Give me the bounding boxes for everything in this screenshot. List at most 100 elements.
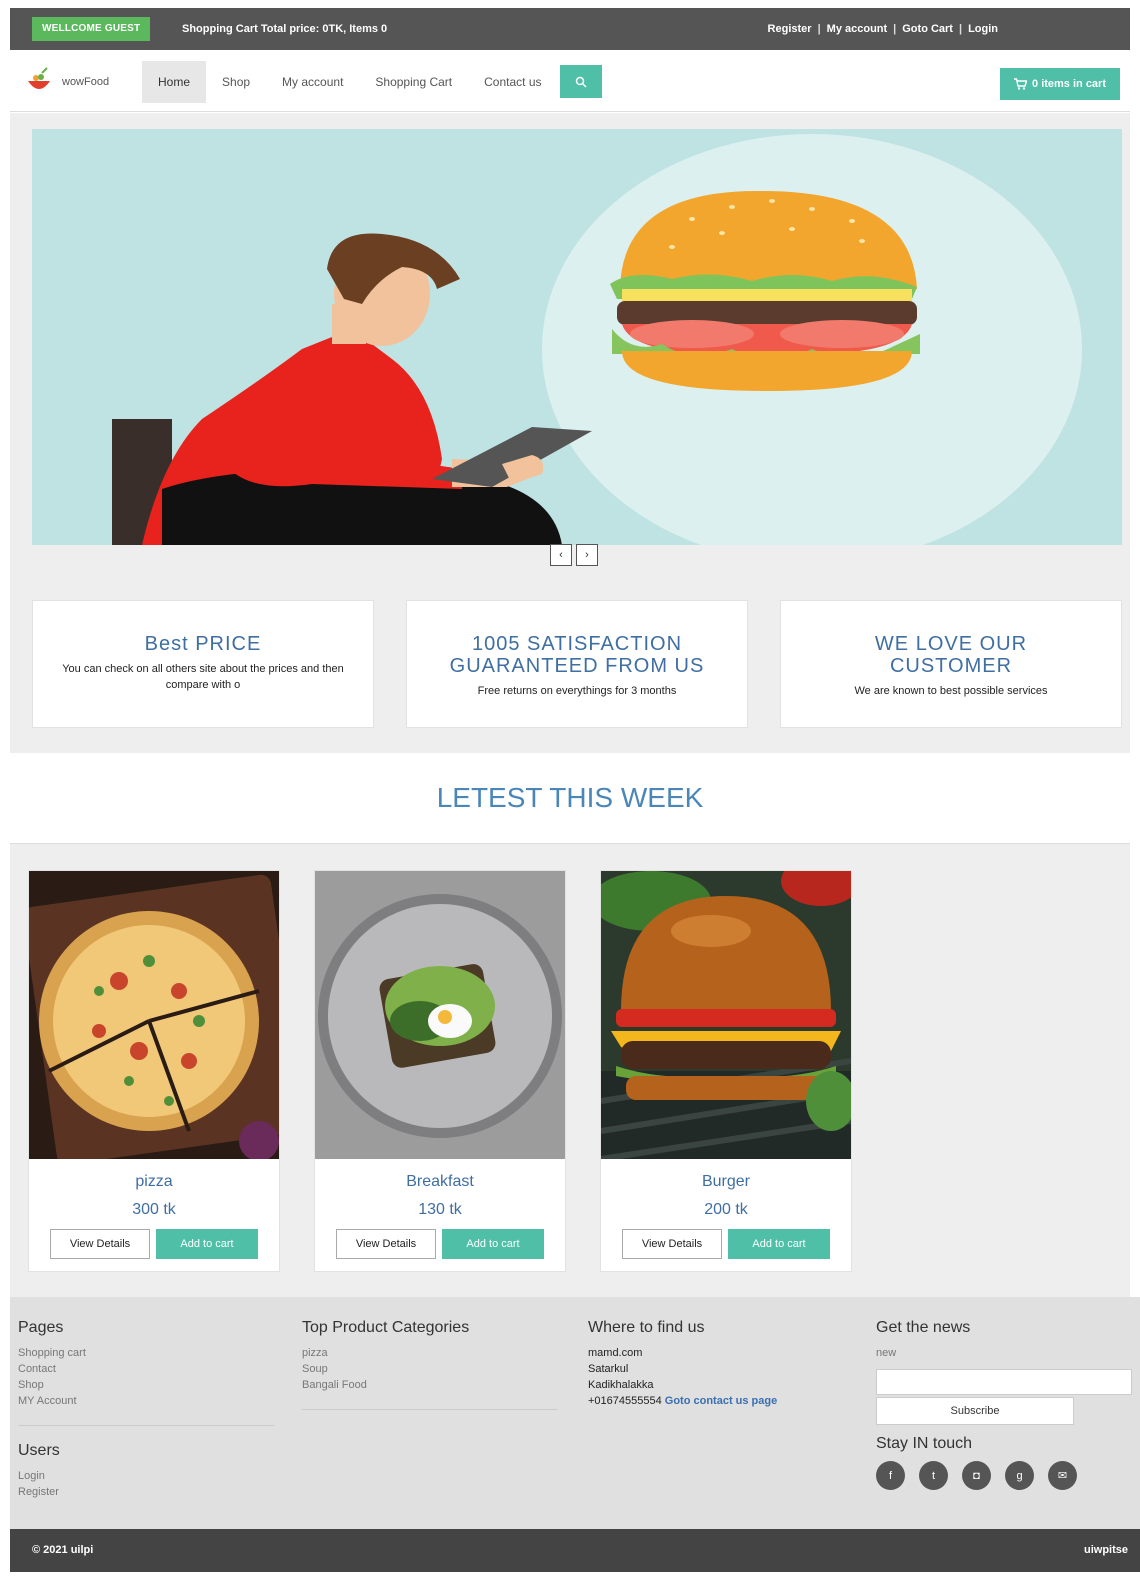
product-name[interactable]: Burger — [601, 1173, 851, 1191]
instagram-icon[interactable]: ◘ — [962, 1461, 991, 1490]
register-link[interactable]: Register — [768, 8, 812, 50]
add-to-cart-button[interactable]: Add to cart — [728, 1229, 830, 1259]
feature-title: 1005 SATISFACTION GUARANTEED FROM US — [449, 633, 705, 677]
search-button[interactable] — [559, 65, 602, 98]
footer-link-shop[interactable]: Shop — [18, 1377, 274, 1393]
feature-best-price: Best PRICE You can check on all others s… — [32, 600, 374, 728]
breakfast-photo — [315, 871, 565, 1159]
product-price: 200 tk — [704, 1201, 748, 1218]
product-actions: View Details Add to cart — [29, 1229, 279, 1259]
breakfast-image[interactable] — [315, 871, 565, 1159]
nav-contact-us[interactable]: Contact us — [468, 61, 557, 103]
cart-button[interactable]: 0 items in cart — [1000, 68, 1120, 100]
divider — [302, 1409, 558, 1410]
man-dreaming-burger-illustration — [32, 129, 1122, 545]
footer-where-column: Where to find us mamd.com Satarkul Kadik… — [588, 1319, 858, 1409]
cart-summary-text: Shopping Cart Total price: 0TK, Items 0 — [182, 23, 388, 35]
footer-link-contact[interactable]: Contact — [18, 1361, 274, 1377]
copyright-text: © 2021 uilpi — [32, 1544, 94, 1556]
product-actions: View Details Add to cart — [315, 1229, 565, 1259]
footer-link-soup[interactable]: Soup — [302, 1361, 558, 1377]
my-account-link[interactable]: My account — [827, 8, 888, 50]
feature-title: WE LOVE OUR CUSTOMER — [874, 633, 1028, 677]
add-to-cart-button[interactable]: Add to cart — [442, 1229, 544, 1259]
twitter-icon[interactable]: t — [919, 1461, 948, 1490]
footer-heading: Where to find us — [588, 1319, 705, 1336]
products-section: pizza 300 tk View Details Add to cart Br… — [10, 843, 1130, 1297]
view-details-button[interactable]: View Details — [622, 1229, 722, 1259]
feature-text: We are known to best possible services — [854, 685, 1048, 697]
feature-text: You can check on all others site about t… — [62, 663, 344, 691]
view-details-button[interactable]: View Details — [336, 1229, 436, 1259]
nav-shopping-cart[interactable]: Shopping Cart — [359, 61, 468, 103]
brand-text: uiwpitse — [1083, 1544, 1128, 1556]
hero-section: ‹ › Best PRICE You can check on all othe… — [10, 113, 1130, 753]
cart-count-label: 0 items in cart — [1032, 78, 1106, 90]
feature-text: Free returns on everythings for 3 months — [477, 685, 677, 697]
nav-menu: Home Shop My account Shopping Cart Conta… — [142, 61, 602, 103]
email-icon[interactable]: ✉ — [1048, 1461, 1077, 1490]
slider-controls: ‹ › — [550, 544, 598, 566]
footer-link-login[interactable]: Login — [18, 1468, 274, 1484]
features-row: Best PRICE You can check on all others s… — [32, 600, 1122, 728]
top-bar: WELLCOME GUEST Shopping Cart Total price… — [10, 8, 1130, 50]
feature-love-customer: WE LOVE OUR CUSTOMER We are known to bes… — [780, 600, 1122, 728]
product-price: 130 tk — [418, 1201, 462, 1218]
footer: Pages Shopping cart Contact Shop MY Acco… — [10, 1297, 1140, 1529]
footer-link-register[interactable]: Register — [18, 1484, 274, 1500]
footer-link-shopping-cart[interactable]: Shopping cart — [18, 1345, 274, 1361]
bottom-bar: © 2021 uilpi uiwpitse — [10, 1529, 1140, 1572]
product-price: 300 tk — [132, 1201, 176, 1218]
food-bowl-icon — [28, 67, 50, 89]
burger-image[interactable] — [601, 871, 851, 1159]
subscribe-button[interactable]: Subscribe — [876, 1397, 1074, 1425]
address-line: mamd.com — [588, 1347, 643, 1359]
goto-contact-link[interactable]: Goto contact us page — [665, 1395, 777, 1407]
goto-cart-link[interactable]: Goto Cart — [902, 8, 953, 50]
newsletter-email-input[interactable] — [876, 1369, 1132, 1395]
separator: | — [893, 23, 897, 35]
product-card: pizza 300 tk View Details Add to cart — [28, 870, 280, 1272]
welcome-badge: WELLCOME GUEST — [32, 17, 151, 41]
footer-link-bangali-food[interactable]: Bangali Food — [302, 1377, 558, 1393]
shopping-cart-icon — [1014, 78, 1028, 90]
phone-number: +01674555554 — [588, 1395, 662, 1407]
footer-link-pizza[interactable]: pizza — [302, 1345, 558, 1361]
separator: | — [817, 23, 821, 35]
address-line: Satarkul — [588, 1363, 629, 1375]
address-line: Kadikhalakka — [588, 1379, 654, 1391]
product-name[interactable]: pizza — [29, 1173, 279, 1191]
address-phone-line: +01674555554 Goto contact us page — [588, 1393, 858, 1409]
site-logo[interactable]: wowFood — [24, 62, 134, 102]
hero-banner-image — [32, 129, 1122, 545]
product-name[interactable]: Breakfast — [315, 1173, 565, 1191]
slider-prev-button[interactable]: ‹ — [550, 544, 572, 566]
latest-section-title: LETEST THIS WEEK — [436, 782, 704, 813]
slider-next-button[interactable]: › — [576, 544, 598, 566]
search-icon — [575, 76, 587, 88]
google-plus-icon[interactable]: g — [1005, 1461, 1034, 1490]
footer-heading: Get the news — [876, 1319, 971, 1336]
add-to-cart-button[interactable]: Add to cart — [156, 1229, 258, 1259]
feature-satisfaction: 1005 SATISFACTION GUARANTEED FROM US Fre… — [406, 600, 748, 728]
facebook-icon[interactable]: f — [876, 1461, 905, 1490]
footer-heading: Pages — [18, 1319, 64, 1336]
nav-shop[interactable]: Shop — [206, 61, 266, 103]
pizza-image[interactable] — [29, 871, 279, 1159]
footer-pages-column: Pages Shopping cart Contact Shop MY Acco… — [18, 1319, 274, 1500]
nav-my-account[interactable]: My account — [266, 61, 359, 103]
burger-photo — [601, 871, 851, 1159]
logo-text: wowFood — [62, 76, 110, 88]
social-links: f t ◘ g ✉ — [876, 1461, 1140, 1490]
login-link[interactable]: Login — [968, 8, 998, 50]
product-card: Breakfast 130 tk View Details Add to car… — [314, 870, 566, 1272]
product-card: Burger 200 tk View Details Add to cart — [600, 870, 852, 1272]
nav-home[interactable]: Home — [142, 61, 207, 103]
footer-heading: Top Product Categories — [302, 1319, 470, 1336]
footer-categories-column: Top Product Categories pizza Soup Bangal… — [302, 1319, 558, 1426]
footer-link-my-account[interactable]: MY Account — [18, 1393, 274, 1409]
stay-in-touch-heading: Stay IN touch — [876, 1435, 973, 1452]
newsletter-label: new — [876, 1347, 897, 1359]
view-details-button[interactable]: View Details — [50, 1229, 150, 1259]
footer-heading: Users — [18, 1442, 60, 1459]
